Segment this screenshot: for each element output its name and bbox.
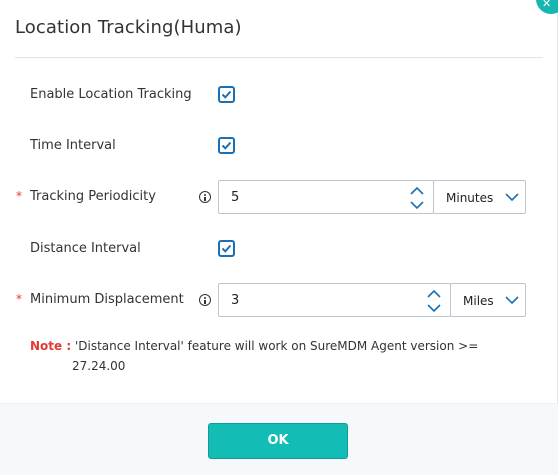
distance-interval-label: Distance Interval — [30, 241, 141, 256]
dialog-header: Location Tracking(Huma) — [0, 0, 558, 58]
stepper-arrows-icon — [410, 186, 424, 210]
enable-location-tracking-checkbox[interactable] — [218, 86, 235, 103]
location-tracking-dialog: Location Tracking(Huma) ✕ Enable Locatio… — [0, 0, 558, 475]
distance-interval-row: Distance Interval — [0, 232, 558, 266]
minimum-displacement-value: 3 — [231, 293, 240, 308]
number-stepper[interactable] — [405, 184, 429, 212]
checkmark-icon — [221, 90, 232, 99]
minimum-displacement-unit-select[interactable]: Miles — [450, 283, 526, 317]
number-stepper[interactable] — [422, 287, 446, 315]
unit-value: Minutes — [446, 191, 494, 205]
distance-interval-checkbox[interactable] — [218, 240, 235, 257]
ok-button[interactable]: OK — [208, 423, 348, 459]
minimum-displacement-label: Minimum Displacement — [30, 292, 184, 307]
time-interval-row: Time Interval — [0, 129, 558, 163]
tracking-periodicity-unit-select[interactable]: Minutes — [433, 180, 526, 214]
stepper-arrows-icon — [427, 289, 441, 313]
time-interval-label: Time Interval — [30, 138, 116, 153]
checkmark-icon — [221, 244, 232, 253]
dialog-footer: OK — [0, 403, 558, 475]
minimum-displacement-row: * Minimum Displacement 3 Miles — [0, 283, 558, 317]
chevron-down-icon — [505, 296, 519, 305]
version-note: Note : 'Distance Interval' feature will … — [30, 336, 510, 373]
close-icon: ✕ — [542, 0, 552, 10]
tracking-periodicity-row: * Tracking Periodicity 5 Minutes — [0, 180, 558, 214]
info-icon[interactable] — [199, 294, 211, 306]
enable-location-tracking-label: Enable Location Tracking — [30, 87, 192, 102]
note-label: Note : — [30, 339, 72, 353]
required-marker: * — [16, 189, 22, 203]
dialog-title: Location Tracking(Huma) — [15, 17, 242, 38]
minimum-displacement-input[interactable]: 3 — [218, 283, 451, 317]
info-icon[interactable] — [199, 191, 211, 203]
required-marker: * — [16, 292, 22, 306]
checkmark-icon — [221, 141, 232, 150]
tracking-periodicity-input[interactable]: 5 — [218, 180, 434, 214]
enable-location-tracking-row: Enable Location Tracking — [0, 78, 558, 112]
time-interval-checkbox[interactable] — [218, 137, 235, 154]
tracking-periodicity-label: Tracking Periodicity — [30, 189, 156, 204]
header-divider — [15, 57, 543, 58]
tracking-periodicity-value: 5 — [231, 190, 240, 205]
chevron-down-icon — [505, 193, 519, 202]
note-text-line1: 'Distance Interval' feature will work on… — [74, 339, 479, 353]
unit-value: Miles — [463, 294, 494, 308]
note-text-line2: 27.24.00 — [72, 359, 126, 373]
